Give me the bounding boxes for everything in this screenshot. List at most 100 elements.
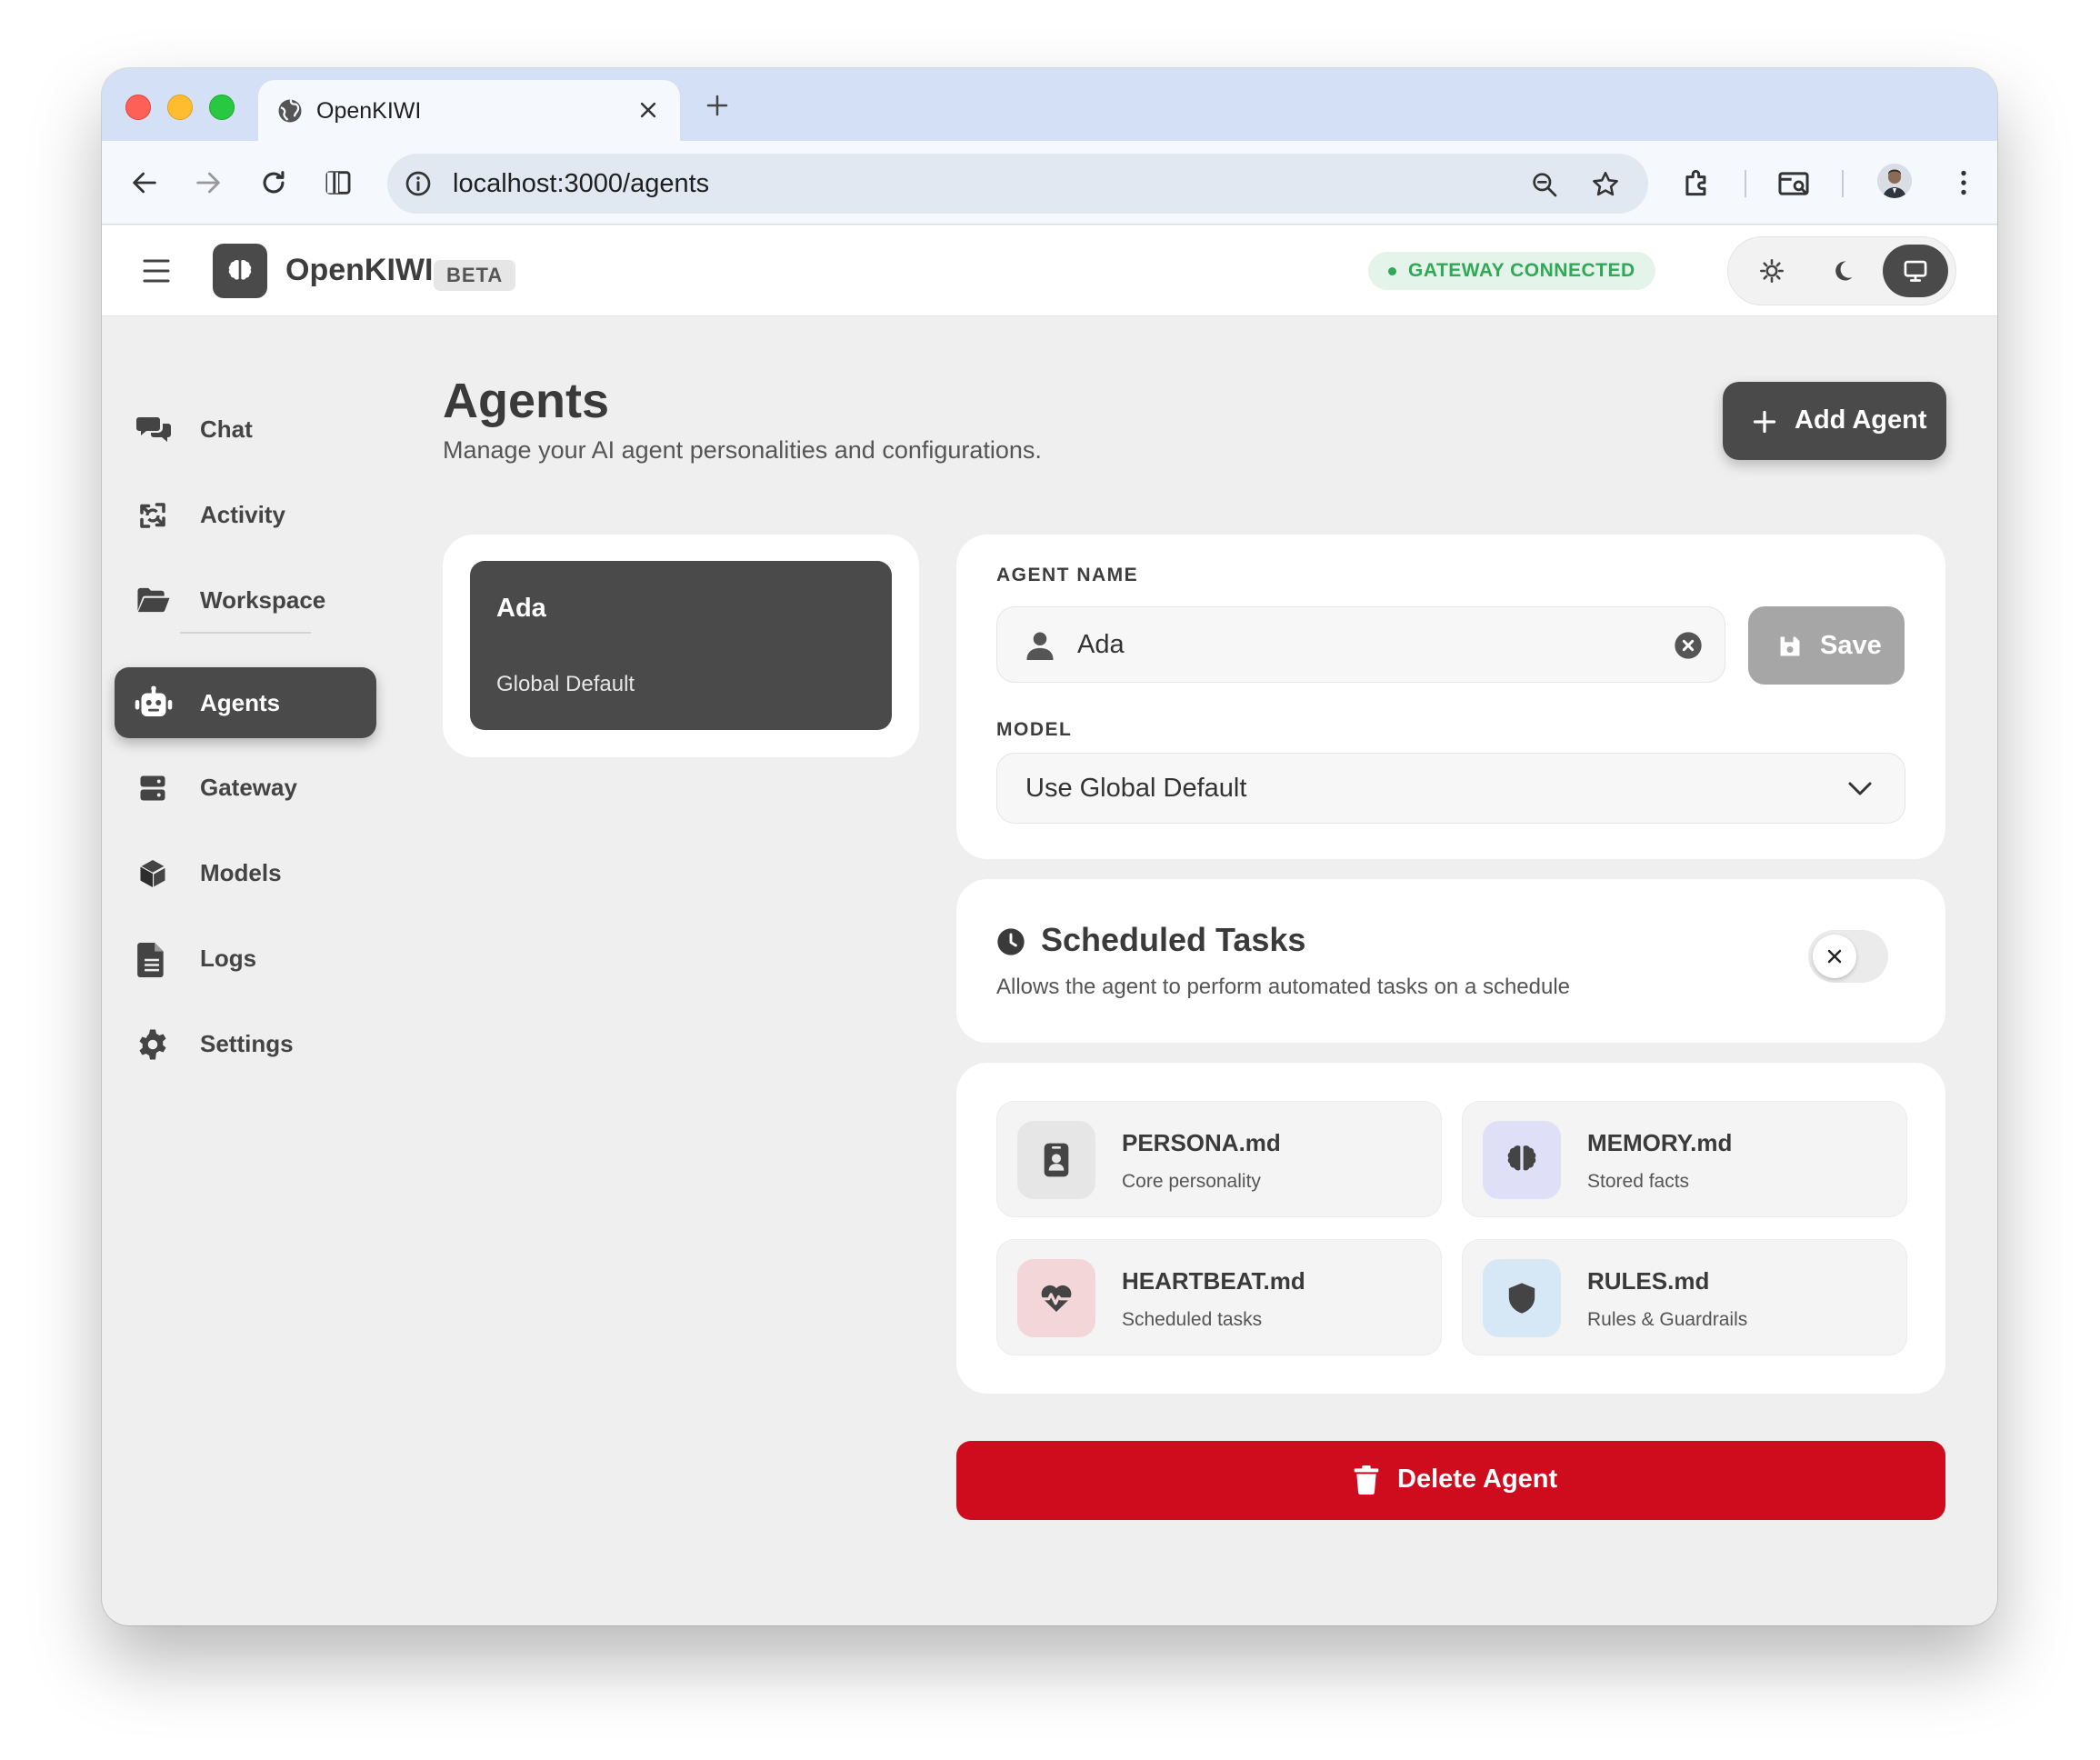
agent-form-card: AGENT NAME Save MODEL Use Global Default — [956, 535, 1945, 859]
browser-toolbar: localhost:3000/agents — [102, 141, 1997, 225]
sidebar-item-agents[interactable]: Agents — [115, 667, 376, 738]
plus-icon — [1753, 410, 1776, 434]
dark-theme-button[interactable] — [1810, 245, 1875, 297]
agent-files-card: PERSONA.md Core personality MEMORY.md St… — [956, 1063, 1945, 1394]
minimize-window-button[interactable] — [167, 95, 193, 120]
reload-icon[interactable] — [258, 167, 289, 198]
light-theme-button[interactable] — [1739, 245, 1805, 297]
new-tab-icon[interactable] — [704, 92, 731, 119]
page-title: Agents — [443, 374, 610, 428]
x-icon — [1827, 949, 1842, 964]
user-icon — [1026, 631, 1054, 660]
agent-name: Ada — [496, 594, 546, 623]
hamburger-menu-icon[interactable] — [143, 258, 170, 284]
sidebar-item-label: Gateway — [200, 774, 297, 801]
bookmark-star-icon[interactable] — [1590, 169, 1621, 200]
add-agent-button[interactable]: Add Agent — [1723, 382, 1946, 460]
agent-name-input[interactable] — [1077, 624, 1623, 665]
trash-icon — [1354, 1465, 1379, 1495]
gear-icon — [136, 1028, 169, 1061]
app-header: OpenKIWI BETA GATEWAY CONNECTED — [102, 225, 1997, 316]
split-view-icon[interactable] — [323, 167, 354, 198]
chat-icon — [136, 414, 173, 446]
site-info-icon[interactable] — [404, 169, 433, 198]
tab-bar: OpenKIWI — [102, 68, 1997, 141]
agent-name-label: AGENT NAME — [996, 565, 1139, 585]
sidebar-item-label: Models — [200, 859, 282, 886]
model-select[interactable]: Use Global Default — [996, 753, 1905, 824]
app-logo — [213, 244, 267, 298]
url-text: localhost:3000/agents — [453, 169, 710, 198]
file-tile-heartbeat[interactable]: HEARTBEAT.md Scheduled tasks — [996, 1239, 1442, 1355]
monitor-icon — [1904, 260, 1927, 282]
save-label: Save — [1820, 631, 1882, 660]
address-bar[interactable]: localhost:3000/agents — [387, 154, 1648, 214]
sidebar-item-settings[interactable]: Settings — [115, 1008, 376, 1079]
close-window-button[interactable] — [125, 95, 151, 120]
scheduled-tasks-toggle[interactable] — [1808, 930, 1888, 983]
file-tile-persona[interactable]: PERSONA.md Core personality — [996, 1101, 1442, 1217]
sun-icon — [1760, 259, 1784, 283]
sidebar-item-label: Logs — [200, 945, 257, 972]
file-name: HEARTBEAT.md — [1122, 1267, 1305, 1295]
theme-switcher — [1727, 236, 1956, 305]
file-description: Rules & Guardrails — [1587, 1309, 1748, 1330]
file-tile-memory[interactable]: MEMORY.md Stored facts — [1462, 1101, 1907, 1217]
tab-close-icon[interactable] — [635, 96, 662, 124]
file-name: RULES.md — [1587, 1267, 1710, 1295]
system-theme-button[interactable] — [1883, 245, 1948, 297]
maximize-window-button[interactable] — [209, 95, 235, 120]
zoom-icon[interactable] — [1530, 170, 1559, 199]
sidebar-item-chat[interactable]: Chat — [115, 394, 376, 465]
browser-tab[interactable]: OpenKIWI — [258, 80, 680, 141]
floppy-disk-icon — [1780, 636, 1800, 656]
forward-arrow-icon[interactable] — [193, 167, 224, 198]
toolbar-separator — [1745, 170, 1746, 197]
file-name: MEMORY.md — [1587, 1129, 1733, 1156]
sidebar-item-label: Chat — [200, 415, 253, 443]
page-subtitle: Manage your AI agent personalities and c… — [443, 436, 1042, 464]
file-description: Core personality — [1122, 1171, 1261, 1192]
heartbeat-icon — [1017, 1259, 1095, 1337]
add-agent-label: Add Agent — [1795, 405, 1927, 435]
chevron-down-icon — [1846, 780, 1874, 798]
more-menu-icon[interactable] — [1947, 166, 1980, 199]
back-arrow-icon[interactable] — [129, 167, 160, 198]
extensions-icon[interactable] — [1680, 165, 1715, 200]
sidebar-item-activity[interactable]: Activity — [115, 479, 376, 550]
file-tile-rules[interactable]: RULES.md Rules & Guardrails — [1462, 1239, 1907, 1355]
save-button[interactable]: Save — [1748, 606, 1905, 685]
file-description: Scheduled tasks — [1122, 1309, 1263, 1330]
file-description: Stored facts — [1587, 1171, 1690, 1192]
agent-name-field[interactable] — [996, 606, 1725, 683]
agent-model: Global Default — [496, 672, 635, 696]
model-label: MODEL — [996, 719, 1073, 740]
agent-list-item[interactable]: Ada Global Default — [470, 561, 892, 730]
profile-avatar[interactable] — [1877, 164, 1912, 198]
agent-list: Ada Global Default — [443, 535, 919, 757]
tab-search-icon[interactable] — [1776, 166, 1811, 201]
sidebar-item-label: Workspace — [200, 586, 326, 614]
tab-title: OpenKIWI — [316, 98, 422, 124]
toggle-knob — [1813, 935, 1856, 978]
beta-badge: BETA — [434, 260, 516, 291]
file-name: PERSONA.md — [1122, 1129, 1281, 1156]
sidebar-item-label: Settings — [200, 1030, 294, 1057]
brand-name: OpenKIWI — [285, 253, 434, 287]
folder-icon — [136, 585, 171, 615]
clear-input-icon[interactable] — [1674, 631, 1703, 660]
delete-agent-button[interactable]: Delete Agent — [956, 1441, 1945, 1520]
sidebar-item-models[interactable]: Models — [115, 837, 376, 908]
sidebar-item-workspace[interactable]: Workspace — [115, 565, 376, 635]
toolbar-separator — [1842, 170, 1844, 197]
sidebar-item-gateway[interactable]: Gateway — [115, 752, 376, 823]
sidebar-item-label: Activity — [200, 501, 285, 528]
scheduled-tasks-title: Scheduled Tasks — [1041, 921, 1306, 958]
sidebar-item-logs[interactable]: Logs — [115, 923, 376, 994]
clock-icon — [996, 927, 1025, 956]
robot-icon — [135, 685, 173, 720]
gateway-status-text: GATEWAY CONNECTED — [1408, 260, 1635, 281]
delete-agent-label: Delete Agent — [1397, 1465, 1558, 1494]
sidebar-divider — [180, 632, 311, 634]
status-dot — [1388, 267, 1396, 275]
